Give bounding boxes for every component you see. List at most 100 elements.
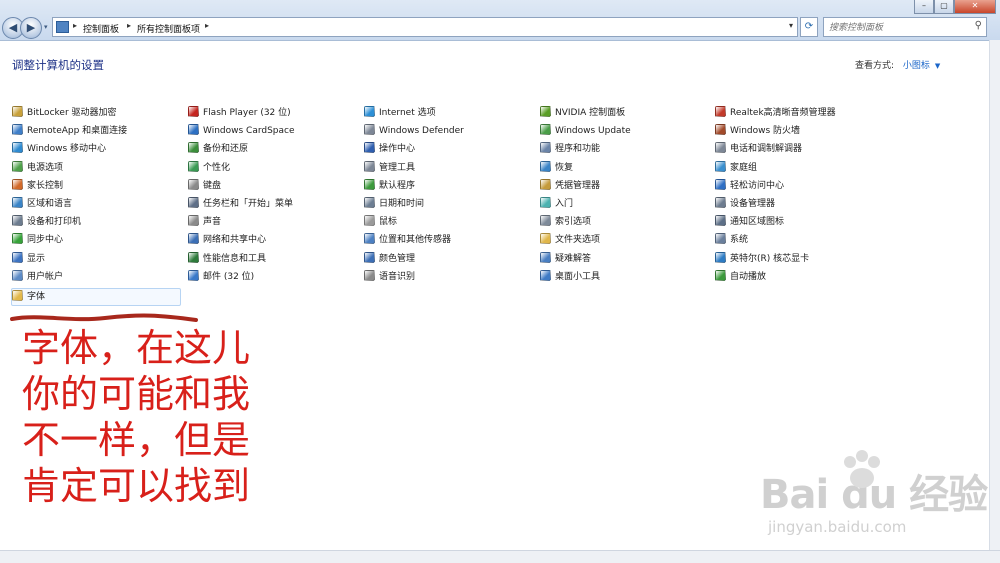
control-panel-item[interactable]: 索引选项: [540, 214, 591, 230]
control-panel-item-icon: [715, 233, 726, 245]
address-bar[interactable]: ▸ 控制面板 ▸ 所有控制面板项 ▸ ▾: [52, 17, 798, 37]
control-panel-item[interactable]: 个性化: [188, 160, 230, 176]
control-panel-item-label: Realtek高清晰音频管理器: [730, 108, 836, 118]
control-panel-item-label: 索引选项: [555, 217, 592, 228]
view-by-dropdown[interactable]: 小图标: [903, 61, 930, 71]
breadcrumb-separator-icon[interactable]: ▸: [205, 21, 209, 30]
control-panel-item[interactable]: 显示: [12, 251, 45, 267]
control-panel-item[interactable]: Windows CardSpace: [188, 123, 295, 139]
control-panel-item-icon: [12, 124, 23, 136]
control-panel-item[interactable]: 位置和其他传感器: [364, 232, 451, 248]
control-panel-item[interactable]: 任务栏和「开始」菜单: [188, 196, 293, 212]
control-panel-item-label: 文件夹选项: [555, 235, 601, 246]
vertical-scrollbar[interactable]: [989, 40, 1000, 550]
control-panel-item[interactable]: 语音识别: [364, 269, 415, 285]
breadcrumb-control-panel[interactable]: 控制面板: [83, 22, 119, 35]
control-panel-item-icon: [540, 142, 551, 154]
breadcrumb-all-items[interactable]: 所有控制面板项: [137, 22, 200, 35]
control-panel-item[interactable]: 备份和还原: [188, 141, 248, 157]
control-panel-item-icon: [12, 178, 23, 190]
control-panel-item[interactable]: Windows Defender: [364, 123, 464, 139]
control-panel-item[interactable]: 声音: [188, 214, 221, 230]
minimize-button[interactable]: –: [914, 0, 934, 14]
control-panel-item[interactable]: 默认程序: [364, 178, 415, 194]
control-panel-item[interactable]: Windows 防火墙: [715, 123, 800, 139]
address-dropdown-icon[interactable]: ▾: [789, 21, 793, 30]
control-panel-item-label: NVIDIA 控制面板: [555, 108, 626, 118]
control-panel-item-label: 家庭组: [730, 162, 758, 173]
chevron-down-icon[interactable]: ▼: [935, 62, 940, 70]
control-panel-item[interactable]: 电源选项: [12, 160, 63, 176]
control-panel-item[interactable]: NVIDIA 控制面板: [540, 105, 625, 121]
control-panel-item[interactable]: 操作中心: [364, 141, 415, 157]
control-panel-item[interactable]: BitLocker 驱动器加密: [12, 105, 117, 121]
control-panel-item-label: 任务栏和「开始」菜单: [203, 199, 294, 209]
control-panel-item[interactable]: Windows 移动中心: [12, 141, 106, 157]
breadcrumb-separator-icon[interactable]: ▸: [127, 21, 131, 30]
control-panel-item[interactable]: 区域和语言: [12, 196, 72, 212]
baidu-watermark: Bai du 经验 jingyan.baidu.com: [760, 450, 988, 536]
annotation-line: 不一样，但是: [22, 418, 251, 462]
control-panel-item[interactable]: Windows Update: [540, 123, 631, 139]
control-panel-item-icon: [540, 215, 551, 227]
control-panel-item[interactable]: 桌面小工具: [540, 269, 600, 285]
control-panel-item-icon: [188, 215, 199, 227]
control-panel-item[interactable]: 恢复: [540, 160, 573, 176]
control-panel-item[interactable]: 字体: [11, 288, 181, 306]
control-panel-item[interactable]: Internet 选项: [364, 105, 436, 121]
control-panel-item[interactable]: 颜色管理: [364, 251, 415, 267]
control-panel-item[interactable]: 轻松访问中心: [715, 178, 784, 194]
control-panel-item[interactable]: 电话和调制解调器: [715, 141, 802, 157]
control-panel-item[interactable]: 凭据管理器: [540, 178, 600, 194]
control-panel-item[interactable]: 同步中心: [12, 232, 63, 248]
forward-button[interactable]: ▶: [20, 17, 42, 39]
control-panel-item[interactable]: 文件夹选项: [540, 232, 600, 248]
control-panel-item[interactable]: 网络和共享中心: [188, 232, 266, 248]
close-button[interactable]: ✕: [954, 0, 996, 14]
control-panel-item[interactable]: 系统: [715, 232, 748, 248]
control-panel-item[interactable]: 用户帐户: [12, 269, 63, 285]
control-panel-item-label: 备份和还原: [203, 144, 249, 155]
maximize-button[interactable]: ▢: [934, 0, 954, 14]
control-panel-item[interactable]: 疑难解答: [540, 251, 591, 267]
control-panel-item-label: Flash Player (32 位): [203, 108, 291, 118]
control-panel-item[interactable]: 设备管理器: [715, 196, 775, 212]
control-panel-item[interactable]: 邮件 (32 位): [188, 269, 254, 285]
control-panel-item-label: 颜色管理: [379, 253, 416, 264]
search-input[interactable]: [827, 19, 971, 37]
control-panel-item-label: 显示: [27, 253, 46, 264]
control-panel-item[interactable]: RemoteApp 和桌面连接: [12, 123, 127, 139]
control-panel-item-label: 电话和调制解调器: [730, 144, 803, 155]
control-panel-item-icon: [540, 178, 551, 190]
annotation-line: 你的可能和我: [22, 372, 251, 416]
control-panel-item[interactable]: 英特尔(R) 核芯显卡: [715, 251, 809, 267]
control-panel-item[interactable]: 程序和功能: [540, 141, 600, 157]
control-panel-item[interactable]: 设备和打印机: [12, 214, 81, 230]
control-panel-item-label: 鼠标: [379, 217, 398, 228]
refresh-button[interactable]: ⟳: [800, 17, 818, 37]
control-panel-item-icon: [715, 178, 726, 190]
control-panel-item-label: Internet 选项: [379, 108, 436, 118]
control-panel-item[interactable]: 通知区域图标: [715, 214, 784, 230]
control-panel-item-icon: [12, 197, 23, 208]
control-panel-item-icon: [364, 215, 375, 227]
search-icon[interactable]: ⚲: [975, 20, 982, 31]
control-panel-item-icon: [540, 251, 551, 263]
search-box[interactable]: ⚲: [823, 17, 987, 37]
control-panel-item[interactable]: 日期和时间: [364, 196, 424, 212]
control-panel-item-label: 操作中心: [379, 144, 416, 155]
control-panel-item[interactable]: 管理工具: [364, 160, 415, 176]
recent-pages-dropdown[interactable]: ▾: [44, 23, 48, 31]
control-panel-item[interactable]: Flash Player (32 位): [188, 105, 291, 121]
control-panel-item[interactable]: 入门: [540, 196, 573, 212]
breadcrumb-separator-icon[interactable]: ▸: [73, 21, 77, 30]
control-panel-item[interactable]: 自动播放: [715, 269, 766, 285]
control-panel-item[interactable]: Realtek高清晰音频管理器: [715, 105, 836, 121]
control-panel-item[interactable]: 鼠标: [364, 214, 397, 230]
control-panel-item-icon: [715, 197, 726, 208]
control-panel-item[interactable]: 家长控制: [12, 178, 63, 194]
control-panel-item[interactable]: 家庭组: [715, 160, 757, 176]
control-panel-item[interactable]: 键盘: [188, 178, 221, 194]
control-panel-item-icon: [12, 290, 23, 301]
control-panel-item[interactable]: 性能信息和工具: [188, 251, 266, 267]
